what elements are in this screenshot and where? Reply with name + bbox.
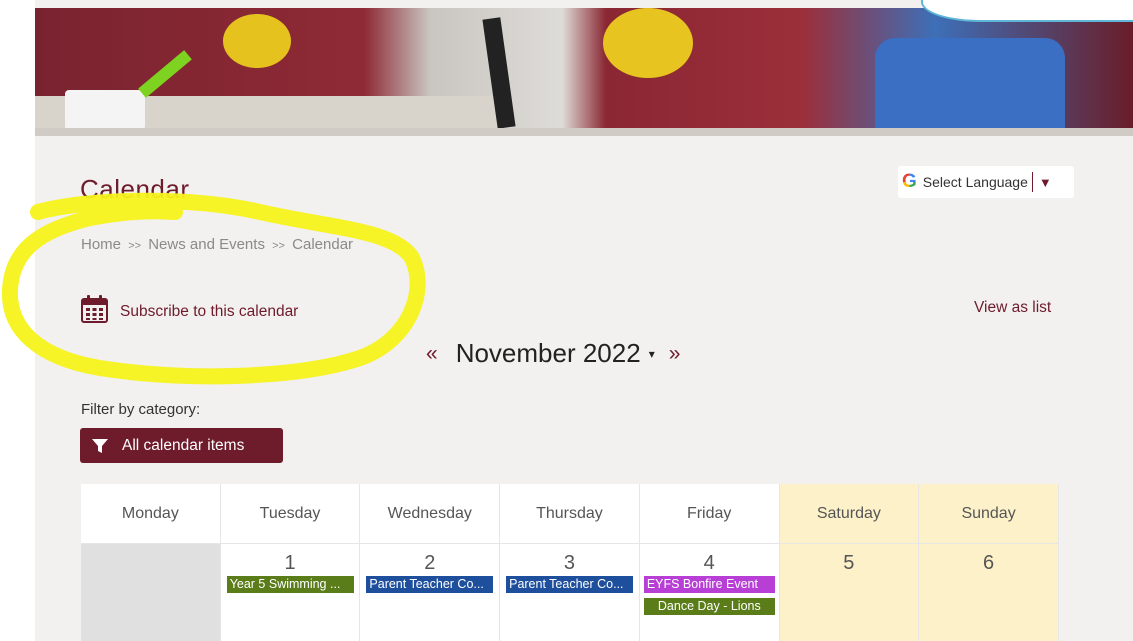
day-number: 1	[284, 552, 296, 574]
day-cell[interactable]: 2 Parent Teacher Co...	[360, 544, 501, 641]
breadcrumb-separator: >>	[272, 240, 285, 252]
day-header-wednesday: Wednesday	[360, 484, 501, 544]
breadcrumb-calendar: Calendar	[292, 236, 354, 253]
day-header-sunday: Sunday	[919, 484, 1059, 544]
view-as-list-link[interactable]: View as list	[974, 299, 1051, 317]
calendar-event[interactable]: Year 5 Swimming ...	[226, 576, 354, 593]
month-navigation: « November 2022 ▾ »	[426, 338, 680, 369]
next-month-button[interactable]: »	[669, 342, 681, 366]
calendar-header-row: Monday Tuesday Wednesday Thursday Friday…	[81, 484, 1059, 544]
breadcrumb: Home >> News and Events >> Calendar	[81, 236, 356, 253]
calendar-grid: Monday Tuesday Wednesday Thursday Friday…	[81, 484, 1059, 641]
filter-by-category-label: Filter by category:	[81, 401, 201, 418]
day-number: 2	[424, 552, 436, 574]
google-icon: G	[902, 171, 917, 192]
calendar-event[interactable]: Parent Teacher Co...	[506, 576, 634, 593]
breadcrumb-separator: >>	[128, 240, 142, 252]
day-number: 3	[563, 552, 576, 574]
calendar-event[interactable]: Parent Teacher Co...	[366, 576, 494, 593]
breadcrumb-news-and-events[interactable]: News and Events	[148, 236, 265, 253]
subscribe-calendar-link[interactable]: Subscribe to this calendar	[80, 294, 298, 329]
calendar-event[interactable]: EYFS Bonfire Event	[643, 576, 775, 593]
day-cell[interactable]: 4 EYFS Bonfire Event Dance Day - Lions	[639, 544, 780, 641]
subscribe-calendar-label: Subscribe to this calendar	[120, 302, 299, 320]
day-number: 4	[703, 552, 715, 574]
day-cell[interactable]: 3 Parent Teacher Co...	[500, 544, 640, 641]
calendar-week-row: 1 Year 5 Swimming ... 2 Parent Teacher C…	[81, 544, 1059, 641]
day-cell[interactable]: 1 Year 5 Swimming ...	[220, 544, 361, 641]
select-language-label: Select Language	[922, 174, 1028, 190]
category-filter-button[interactable]: All calendar items	[80, 428, 283, 463]
page-title: Calendar	[80, 174, 190, 204]
month-dropdown-caret-icon[interactable]: ▾	[649, 347, 655, 361]
calendar-icon	[80, 294, 109, 329]
previous-month-button[interactable]: «	[426, 342, 438, 366]
day-number: 6	[983, 552, 995, 574]
day-cell[interactable]: 5	[779, 544, 920, 641]
day-header-saturday: Saturday	[779, 484, 920, 544]
filter-icon	[92, 438, 108, 454]
select-language-divider	[1031, 172, 1033, 192]
day-header-friday: Friday	[639, 484, 780, 544]
dropdown-arrow-icon: ▼	[1038, 174, 1052, 190]
select-language-dropdown[interactable]: G Select Language ▼	[898, 166, 1074, 198]
header-tab-decoration	[921, 0, 1133, 22]
day-header-thursday: Thursday	[500, 484, 640, 544]
category-filter-label: All calendar items	[122, 436, 245, 454]
month-selector[interactable]: November 2022	[456, 338, 641, 369]
calendar-event[interactable]: Dance Day - Lions	[643, 598, 775, 615]
day-number: 5	[843, 552, 855, 574]
hero-banner-image	[35, 8, 1133, 136]
day-header-monday: Monday	[81, 484, 221, 544]
day-header-tuesday: Tuesday	[220, 484, 361, 544]
day-cell-empty	[81, 544, 221, 641]
breadcrumb-home[interactable]: Home	[81, 236, 121, 253]
day-cell[interactable]: 6	[919, 544, 1059, 641]
